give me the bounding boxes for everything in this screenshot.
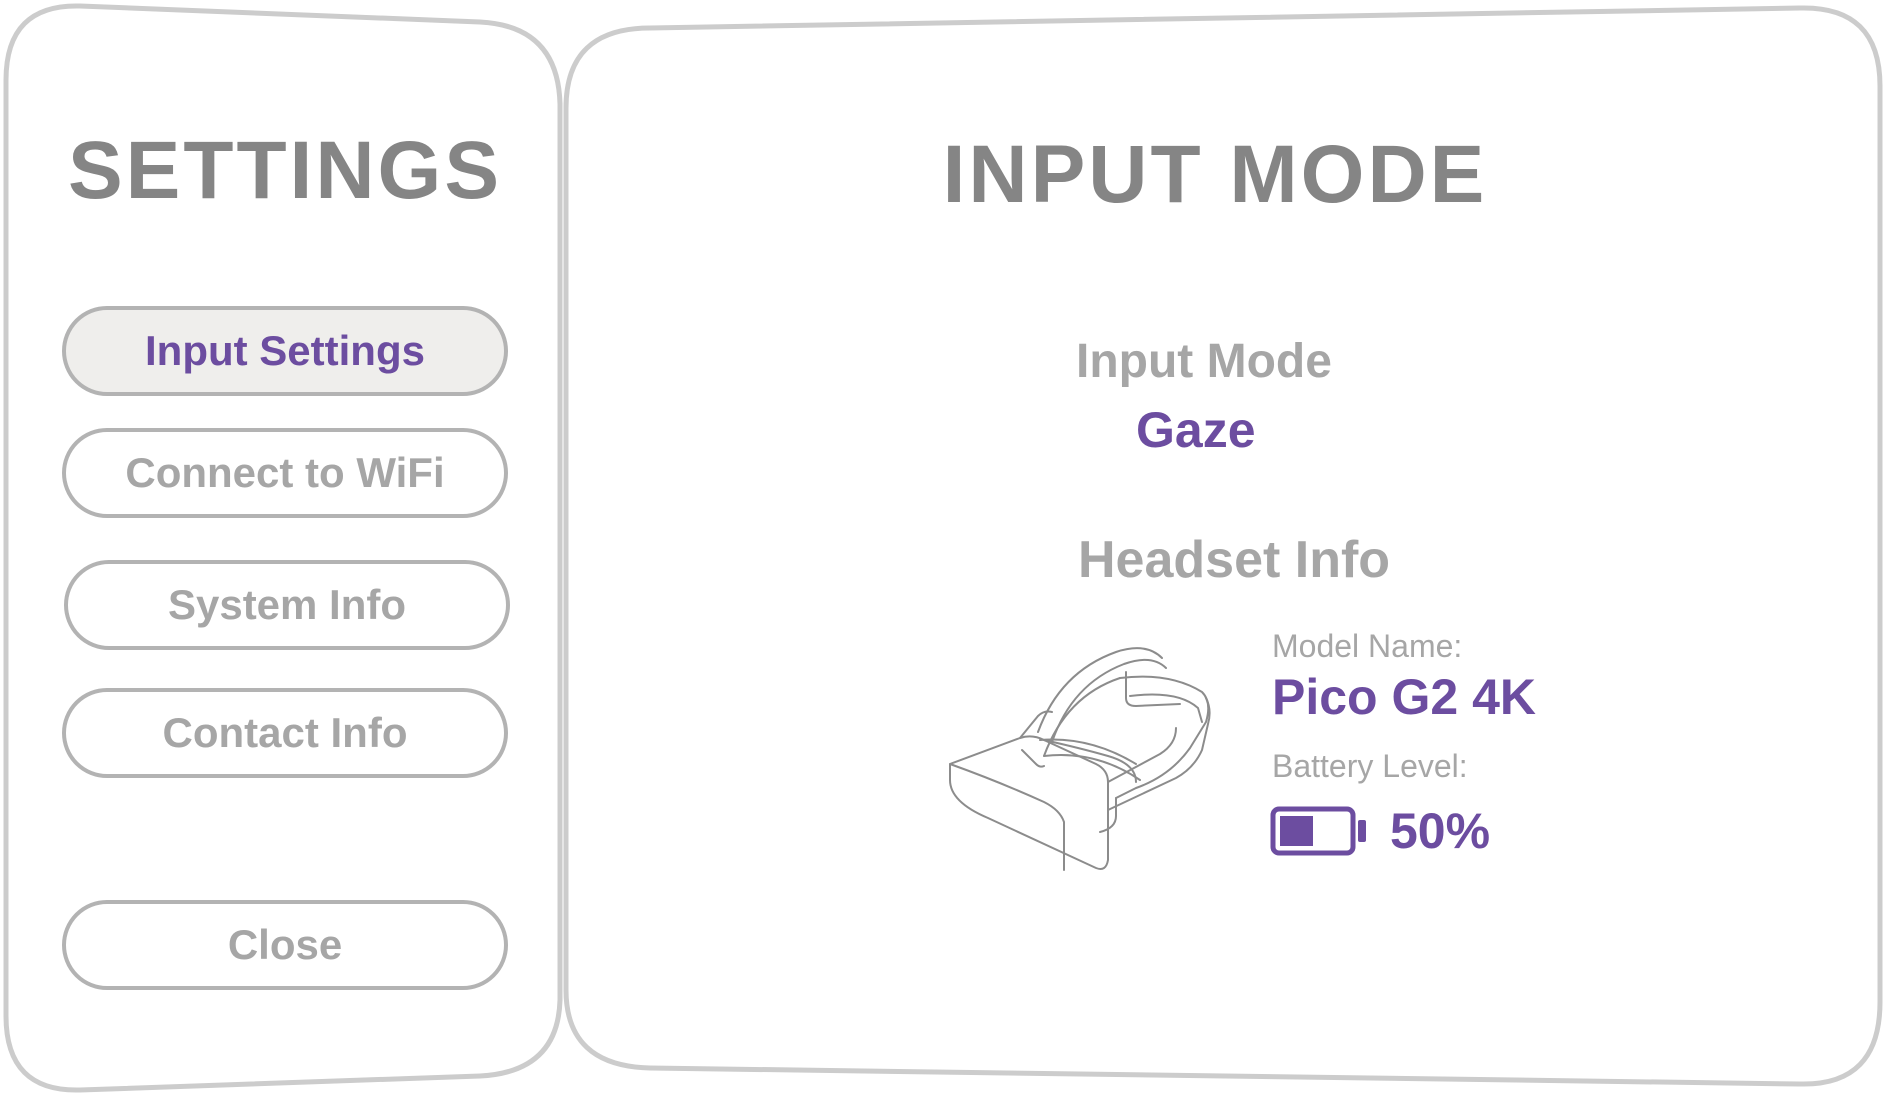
model-name-label: Model Name: [1272, 628, 1463, 664]
battery-level-value: 50% [1390, 803, 1491, 859]
contact-info-label: Contact Info [162, 709, 408, 756]
headset-info-label: Headset Info [1078, 531, 1391, 589]
battery-terminal [1358, 820, 1366, 842]
battery-icon [1270, 806, 1366, 856]
input-mode-label: Input Mode [1076, 335, 1332, 388]
model-name-value: Pico G2 4K [1272, 669, 1536, 725]
close-button[interactable]: Close [62, 900, 508, 990]
connect-wifi-button[interactable]: Connect to WiFi [62, 428, 508, 518]
vr-headset-icon [949, 647, 1211, 871]
settings-title: SETTINGS [67, 125, 503, 216]
input-mode-value: Gaze [1136, 402, 1256, 458]
system-info-button[interactable]: System Info [64, 560, 510, 650]
battery-level-label: Battery Level: [1272, 748, 1468, 784]
system-info-label: System Info [167, 581, 407, 628]
connect-wifi-label: Connect to WiFi [125, 449, 445, 496]
contact-info-button[interactable]: Contact Info [62, 688, 508, 778]
input-mode-title: INPUT MODE [942, 129, 1488, 220]
settings-window: SETTINGS Input Settings Connect to WiFi … [0, 0, 1886, 1095]
input-settings-button[interactable]: Input Settings [62, 306, 508, 396]
battery-fill [1280, 816, 1313, 846]
close-label: Close [227, 921, 343, 968]
input-settings-label: Input Settings [145, 327, 425, 374]
